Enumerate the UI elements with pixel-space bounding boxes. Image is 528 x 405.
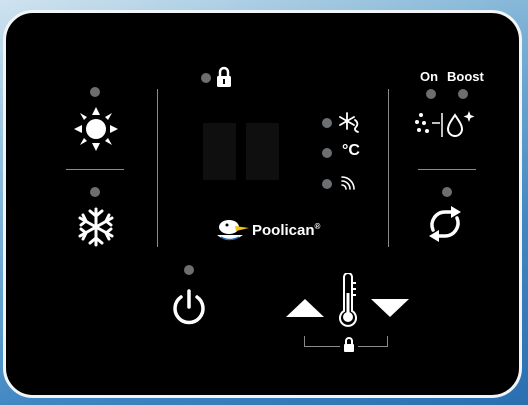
boost-led: [458, 89, 468, 99]
right-vertical-divider: [388, 89, 389, 247]
lock-led: [201, 73, 211, 83]
sun-icon[interactable]: [74, 107, 118, 151]
cool-led: [90, 187, 100, 197]
power-led: [184, 265, 194, 275]
wifi-icon: [340, 171, 360, 191]
left-vertical-divider: [157, 89, 158, 247]
defrost-icon: [339, 111, 361, 133]
left-divider: [66, 169, 124, 170]
right-divider: [418, 169, 476, 170]
power-icon[interactable]: [169, 287, 209, 327]
brand-logo: Poolican®: [252, 222, 320, 239]
pelican-logo-icon: [213, 217, 249, 245]
auto-led: [442, 187, 452, 197]
arrow-down-icon[interactable]: [371, 297, 409, 319]
brand-name: Poolican: [252, 222, 315, 239]
on-label: On: [420, 69, 439, 84]
boost-label: Boost: [447, 69, 484, 84]
control-panel: °C Poolican® On Boost: [3, 10, 522, 398]
display-digit-1: [203, 123, 236, 180]
registered-mark: ®: [314, 222, 321, 231]
defrost-led: [322, 118, 332, 128]
arrow-up-icon[interactable]: [286, 297, 324, 319]
padlock-icon[interactable]: [216, 66, 232, 88]
cycle-icon[interactable]: [423, 204, 467, 244]
celsius-led: [322, 148, 332, 158]
display-digit-2: [246, 123, 279, 180]
boost-icon[interactable]: [415, 109, 477, 139]
temperature-unit: °C: [342, 142, 360, 159]
wifi-led: [322, 179, 332, 189]
keypad-lock-icon: [340, 337, 358, 352]
snowflake-icon[interactable]: [77, 207, 115, 247]
thermometer-icon: [338, 273, 358, 329]
heat-led: [90, 87, 100, 97]
on-led: [426, 89, 436, 99]
